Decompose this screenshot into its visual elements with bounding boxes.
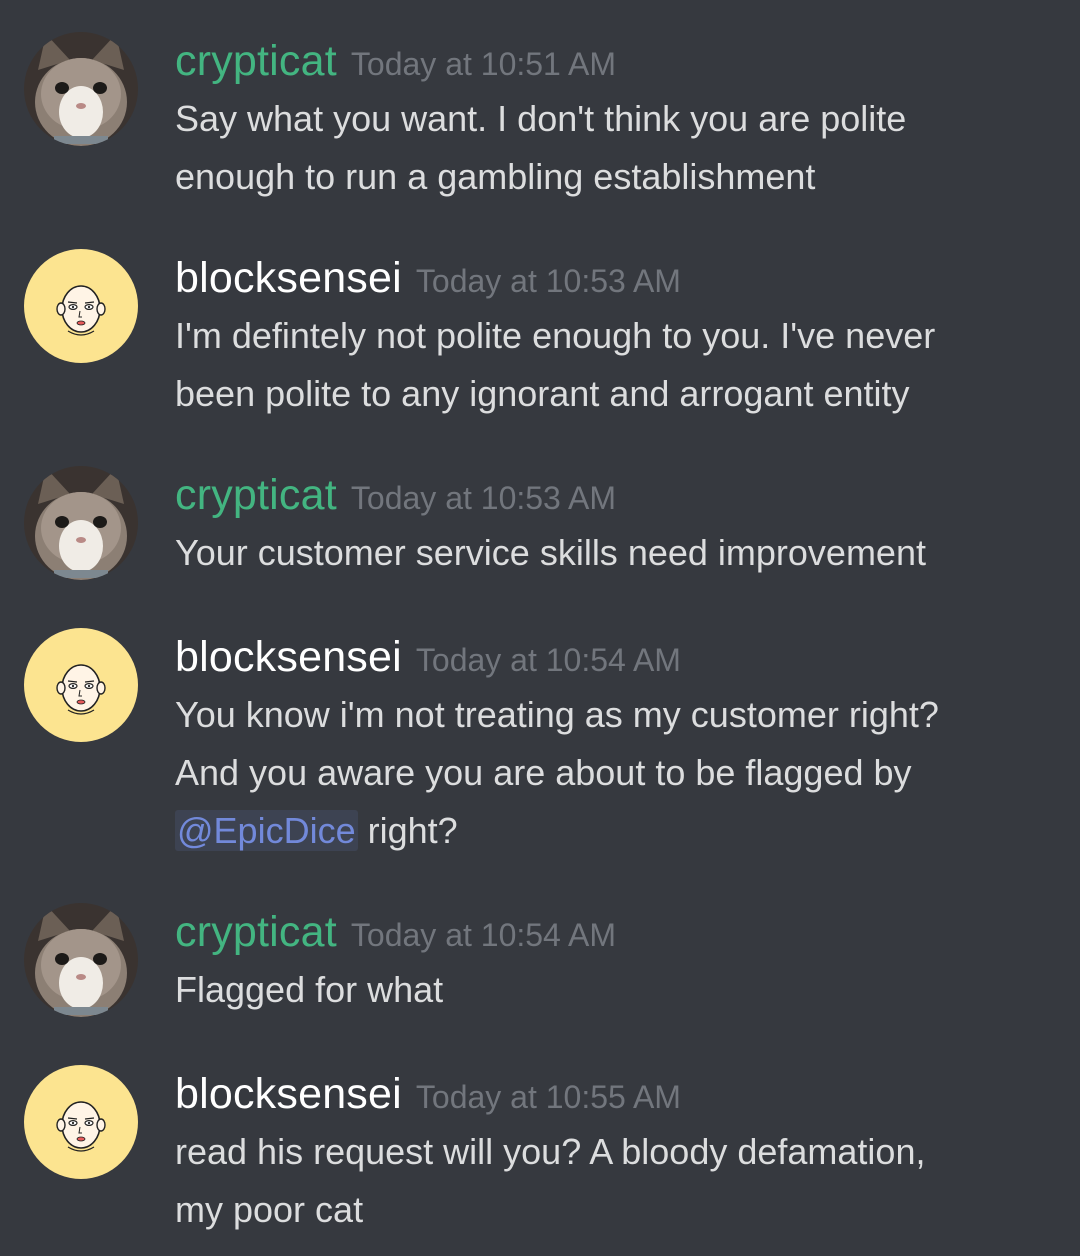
message-text: Say what you want. I don't think you are… bbox=[175, 90, 1040, 206]
message-line: You know i'm not treating as my customer… bbox=[175, 694, 939, 735]
message-timestamp: Today at 10:51 AM bbox=[350, 46, 616, 82]
message-timestamp: Today at 10:53 AM bbox=[415, 263, 681, 299]
cat-avatar-icon[interactable] bbox=[24, 903, 138, 1017]
author-name[interactable]: crypticat bbox=[175, 37, 337, 85]
author-name[interactable]: blocksensei bbox=[175, 1070, 402, 1118]
message-text: Flagged for what bbox=[175, 961, 1040, 1019]
message-line: Your customer service skills need improv… bbox=[175, 532, 926, 573]
author-name[interactable]: blocksensei bbox=[175, 254, 402, 302]
author-name[interactable]: crypticat bbox=[175, 471, 337, 519]
message-line: @EpicDice right? bbox=[175, 802, 1040, 860]
message-line: read his request will you? A bloody defa… bbox=[175, 1131, 926, 1172]
bald-man-avatar-icon[interactable] bbox=[24, 628, 138, 742]
user-mention[interactable]: @EpicDice bbox=[175, 810, 358, 851]
chat-message-list: crypticat Today at 10:51 AM Say what you … bbox=[0, 0, 1080, 1256]
message-line: Flagged for what bbox=[175, 969, 444, 1010]
message-text: I'm defintely not polite enough to you. … bbox=[175, 307, 1040, 423]
message-timestamp: Today at 10:53 AM bbox=[350, 480, 616, 516]
message-line: enough to run a gambling establishment bbox=[175, 156, 816, 197]
author-name[interactable]: crypticat bbox=[175, 908, 337, 956]
bald-man-avatar-icon[interactable] bbox=[24, 1065, 138, 1179]
message-timestamp: Today at 10:54 AM bbox=[350, 917, 616, 953]
message-line: been polite to any ignorant and arrogant… bbox=[175, 373, 910, 414]
message-line: And you aware you are about to be flagge… bbox=[175, 752, 912, 793]
bald-man-avatar-icon[interactable] bbox=[24, 249, 138, 363]
message-timestamp: Today at 10:55 AM bbox=[415, 1079, 681, 1115]
author-name[interactable]: blocksensei bbox=[175, 633, 402, 681]
message-text: You know i'm not treating as my customer… bbox=[175, 686, 1040, 860]
cat-avatar-icon[interactable] bbox=[24, 466, 138, 580]
message-line-tail: right? bbox=[367, 810, 458, 851]
cat-avatar-icon[interactable] bbox=[24, 32, 138, 146]
message-line: my poor cat bbox=[175, 1189, 364, 1230]
message-line: I'm defintely not polite enough to you. … bbox=[175, 315, 936, 356]
message-line: Say what you want. I don't think you are… bbox=[175, 98, 907, 139]
message-text: read his request will you? A bloody defa… bbox=[175, 1123, 1040, 1239]
message-timestamp: Today at 10:54 AM bbox=[415, 642, 681, 678]
message-text: Your customer service skills need improv… bbox=[175, 524, 1040, 582]
